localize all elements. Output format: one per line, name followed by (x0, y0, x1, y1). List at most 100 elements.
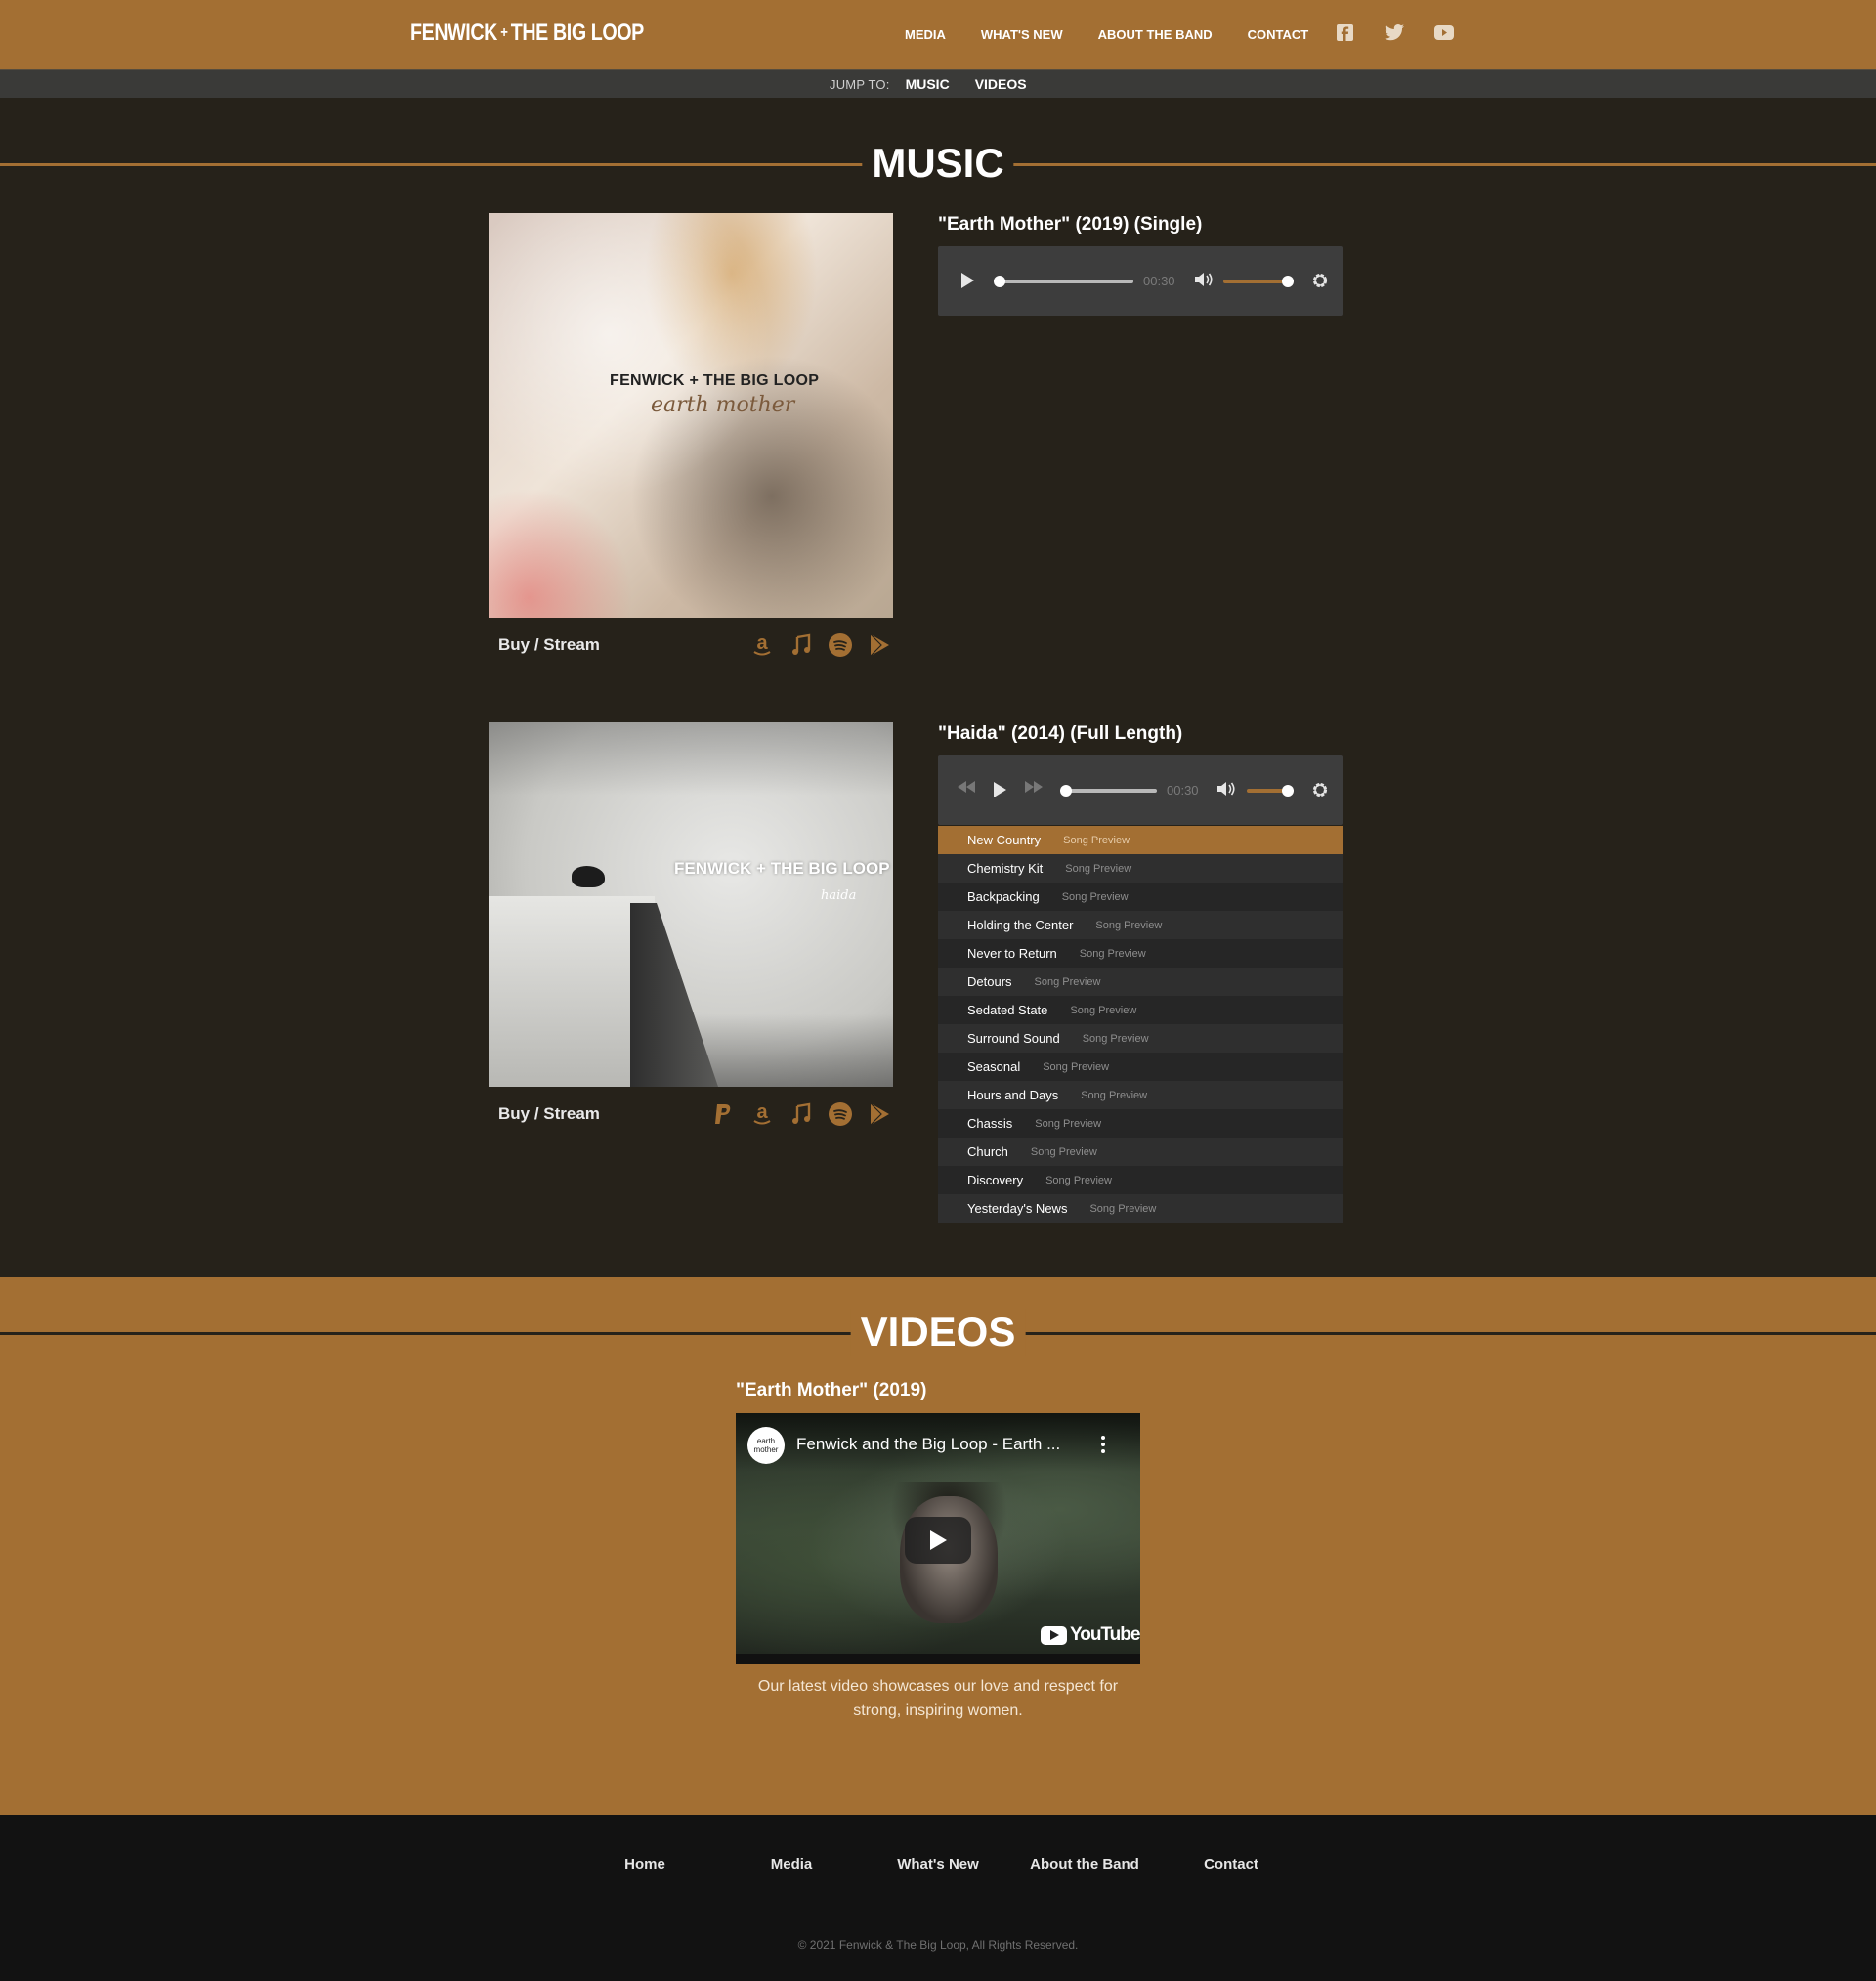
cover-album-name: earth mother (651, 393, 795, 417)
copyright-text: © 2021 Fenwick & The Big Loop, All Right… (797, 1938, 1079, 1952)
volume-icon[interactable] (1216, 781, 1236, 797)
channel-avatar[interactable]: earth mother (747, 1427, 785, 1464)
spotify-icon[interactable] (827, 1100, 854, 1128)
playlist-item[interactable]: Holding the Center Song Preview (938, 911, 1343, 939)
music-section-header: MUSIC (0, 140, 1876, 189)
jump-music-link[interactable]: MUSIC (906, 76, 950, 92)
track-name: Never to Return (967, 946, 1057, 961)
youtube-embed[interactable]: earth mother Fenwick and the Big Loop - … (736, 1413, 1140, 1664)
track-name: Church (967, 1144, 1008, 1159)
footer-link-about-the-band[interactable]: About the Band (1030, 1856, 1139, 1873)
svg-text:a: a (756, 1102, 768, 1123)
volume-handle[interactable] (1282, 785, 1294, 797)
settings-gear-icon[interactable] (1311, 781, 1329, 798)
youtube-icon[interactable] (1434, 22, 1454, 42)
next-track-icon[interactable] (1025, 781, 1043, 793)
itunes-icon[interactable] (788, 631, 815, 659)
amazon-icon[interactable]: a (748, 631, 776, 659)
twitter-icon[interactable] (1385, 22, 1404, 42)
facebook-icon[interactable] (1335, 22, 1354, 42)
track-name: Detours (967, 974, 1012, 989)
playlist-item[interactable]: Chassis Song Preview (938, 1109, 1343, 1138)
progress-handle[interactable] (1060, 785, 1072, 797)
spotify-icon[interactable] (827, 631, 854, 659)
playlist-item[interactable]: Backpacking Song Preview (938, 883, 1343, 911)
footer-link-whats-new[interactable]: What's New (897, 1856, 979, 1873)
play-button[interactable] (992, 781, 1007, 798)
track-sub: Song Preview (1030, 1145, 1097, 1158)
track-sub: Song Preview (1082, 1032, 1149, 1045)
video-play-button[interactable] (905, 1517, 971, 1564)
playlist-item[interactable]: Seasonal Song Preview (938, 1053, 1343, 1081)
videos-heading: VIDEOS (850, 1309, 1026, 1356)
track-sub: Song Preview (1081, 1089, 1148, 1101)
playlist-item[interactable]: Surround Sound Song Preview (938, 1024, 1343, 1053)
track-name: New Country (967, 833, 1042, 847)
buy-stream-row: Buy / Stream a (489, 1100, 893, 1128)
pigeon-image (572, 866, 605, 887)
playlist-item[interactable]: Detours Song Preview (938, 968, 1343, 996)
volume-icon[interactable] (1194, 272, 1214, 287)
google-play-icon[interactable] (866, 631, 893, 659)
logo-right: THE BIG LOOP (510, 20, 645, 46)
jump-bar: JUMP TO: MUSIC VIDEOS (0, 69, 1876, 98)
playlist-item[interactable]: Never to Return Song Preview (938, 939, 1343, 968)
track-sub: Song Preview (1079, 947, 1146, 960)
jump-videos-link[interactable]: VIDEOS (975, 76, 1027, 92)
paypal-icon[interactable] (709, 1100, 737, 1128)
playlist-item[interactable]: Sedated State Song Preview (938, 996, 1343, 1024)
site-logo[interactable]: FENWICK + THE BIG LOOP (410, 20, 644, 47)
buy-stream-label: Buy / Stream (498, 1104, 600, 1123)
nav-whats-new[interactable]: WHAT'S NEW (981, 27, 1063, 42)
album-title-earth-mother: "Earth Mother" (2019) (Single) (938, 214, 1203, 235)
playlist-item[interactable]: New Country Song Preview (938, 826, 1343, 854)
volume-handle[interactable] (1282, 276, 1294, 287)
itunes-icon[interactable] (788, 1100, 815, 1128)
track-sub: Song Preview (1035, 1117, 1102, 1130)
track-sub: Song Preview (1089, 1202, 1157, 1215)
previous-track-icon[interactable] (958, 781, 975, 793)
google-play-icon[interactable] (866, 1100, 893, 1128)
playlist-item[interactable]: Church Song Preview (938, 1138, 1343, 1166)
track-sub: Song Preview (1063, 834, 1130, 846)
progress-track[interactable] (997, 280, 1133, 283)
audio-player: 00:30 (938, 246, 1343, 316)
track-sub: Song Preview (1034, 975, 1101, 988)
progress-track[interactable] (1063, 789, 1157, 793)
svg-text:a: a (756, 633, 768, 654)
playlist-item[interactable]: Yesterday's News Song Preview (938, 1194, 1343, 1223)
amazon-icon[interactable]: a (748, 1100, 776, 1128)
logo-amp: + (500, 24, 508, 41)
footer-link-media[interactable]: Media (771, 1856, 813, 1873)
track-name: Discovery (967, 1173, 1024, 1187)
logo-left: FENWICK (410, 20, 497, 46)
track-sub: Song Preview (1045, 1174, 1112, 1186)
playlist: New Country Song Preview Chemistry Kit Son… (938, 826, 1343, 1223)
site-header: FENWICK + THE BIG LOOP MEDIA WHAT'S NEW AB… (0, 0, 1876, 69)
videos-section-header: VIDEOS (0, 1309, 1876, 1357)
play-button[interactable] (959, 272, 975, 289)
playlist-item[interactable]: Discovery Song Preview (938, 1166, 1343, 1194)
nav-media[interactable]: MEDIA (905, 27, 946, 42)
track-sub: Song Preview (1043, 1060, 1110, 1073)
track-sub: Song Preview (1065, 862, 1132, 875)
buy-stream-label: Buy / Stream (498, 635, 600, 654)
more-options-icon[interactable] (1097, 1433, 1109, 1456)
footer-link-home[interactable]: Home (624, 1856, 665, 1873)
settings-gear-icon[interactable] (1311, 272, 1329, 289)
cover-band-name: FENWICK + THE BIG LOOP (610, 372, 820, 389)
track-name: Seasonal (967, 1059, 1021, 1074)
nav-contact[interactable]: CONTACT (1248, 27, 1309, 42)
audio-player-playlist: 00:30 (938, 755, 1343, 825)
playlist-item[interactable]: Hours and Days Song Preview (938, 1081, 1343, 1109)
footer-link-contact[interactable]: Contact (1204, 1856, 1258, 1873)
album-title-haida: "Haida" (2014) (Full Length) (938, 723, 1183, 744)
playlist-item[interactable]: Chemistry Kit Song Preview (938, 854, 1343, 883)
music-heading: MUSIC (862, 140, 1014, 187)
nav-about-the-band[interactable]: ABOUT THE BAND (1098, 27, 1213, 42)
album-cover-earth-mother: FENWICK + THE BIG LOOP earth mother (489, 213, 893, 618)
progress-handle[interactable] (994, 276, 1005, 287)
youtube-logo[interactable]: YouTube (1041, 1624, 1140, 1646)
youtube-video-title[interactable]: Fenwick and the Big Loop - Earth ... (796, 1435, 1060, 1454)
video-caption: Our latest video showcases our love and … (757, 1678, 1119, 1719)
